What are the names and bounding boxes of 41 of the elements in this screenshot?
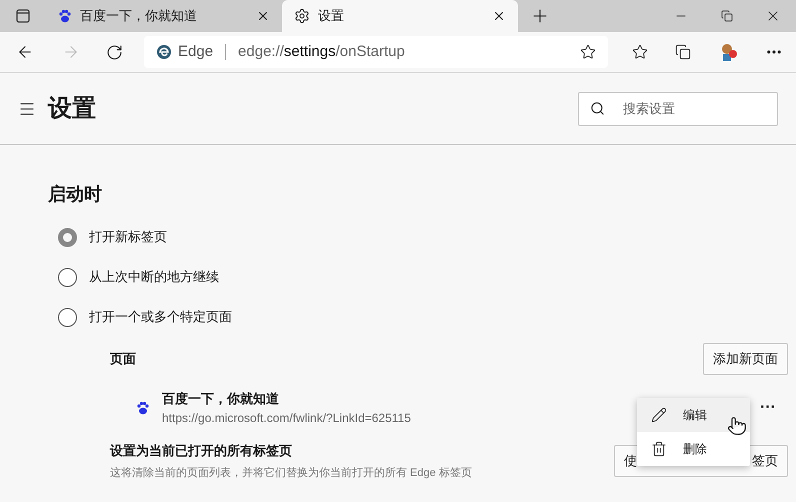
favorites-icon[interactable] xyxy=(632,44,648,60)
pencil-icon xyxy=(651,407,667,423)
pages-label: 页面 xyxy=(110,350,136,368)
paw-icon xyxy=(136,401,150,415)
browser-tab[interactable]: 设置 xyxy=(282,0,518,32)
collections-icon[interactable] xyxy=(674,44,690,60)
section-title: 启动时 xyxy=(48,183,103,206)
page-title: 设置 xyxy=(48,94,97,124)
menu-item[interactable]: 编辑 xyxy=(637,398,750,432)
search-icon xyxy=(590,100,605,116)
radio-label: 从上次中断的地方继续 xyxy=(89,268,219,286)
search-field[interactable]: 搜索设置 xyxy=(578,92,778,126)
paw-icon xyxy=(58,9,72,23)
url-text: edge://settings/onStartup xyxy=(238,42,406,62)
page-url: https://go.microsoft.com/fwlink/?LinkId=625115 xyxy=(162,410,411,427)
radio-label: 打开一个或多个特定页面 xyxy=(89,308,232,326)
page-title: 百度一下，你就知道 xyxy=(162,390,279,408)
address-bar[interactable]: Edge edge://settings/onStartup xyxy=(144,36,608,68)
refresh-icon[interactable] xyxy=(106,44,122,60)
tab-actions-icon[interactable] xyxy=(16,9,30,23)
add-favorite-icon[interactable] xyxy=(580,44,596,60)
browser-tab[interactable]: 百度一下，你就知道 xyxy=(46,0,282,32)
restore-icon[interactable] xyxy=(721,10,733,22)
tab-title: 百度一下，你就知道 xyxy=(80,7,198,26)
close-icon[interactable] xyxy=(256,9,270,23)
radio-button[interactable] xyxy=(58,308,77,326)
radio-label: 打开新标签页 xyxy=(89,228,167,246)
gear-icon xyxy=(294,8,310,24)
hand-cursor-icon xyxy=(727,416,747,436)
setting-description: 这将清除当前的页面列表，并将它们替换为你当前打开的所有 Edge 标签页 xyxy=(110,466,472,480)
menu-item[interactable]: 删除 xyxy=(637,432,750,466)
close-icon[interactable] xyxy=(492,9,506,23)
setting-title: 设置为当前已打开的所有标签页 xyxy=(110,442,293,460)
trash-icon xyxy=(651,441,667,457)
edge-label: Edge xyxy=(178,42,214,62)
more-button[interactable]: ··· xyxy=(748,396,788,420)
add-page-button[interactable]: 添加新页面 xyxy=(703,343,788,375)
radio-button[interactable] xyxy=(58,228,77,246)
edge-logo-icon xyxy=(156,44,172,60)
radio-button[interactable] xyxy=(58,268,77,286)
tab-title: 设置 xyxy=(318,7,345,26)
